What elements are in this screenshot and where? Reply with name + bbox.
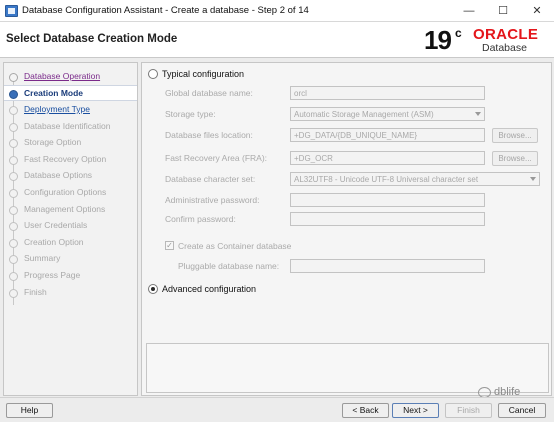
next-button[interactable]: Next > (392, 403, 439, 418)
charset-value: AL32UTF8 - Unicode UTF-8 Universal chara… (294, 175, 479, 184)
admin-password-label: Administrative password: (165, 195, 260, 205)
storage-type-label: Storage type: (165, 109, 216, 119)
step-pending-icon (9, 156, 18, 165)
step-pending-icon (9, 106, 18, 115)
db-files-location-label: Database files location: (165, 130, 253, 140)
charset-label: Database character set: (165, 174, 256, 184)
step-pending-icon (9, 189, 18, 198)
container-db-checkbox[interactable]: ✓ (165, 241, 174, 250)
step-progress-page: Progress Page (4, 268, 137, 284)
step-summary: Summary (4, 251, 137, 267)
pdb-name-input[interactable] (290, 259, 485, 273)
step-pending-icon (9, 139, 18, 148)
step-finish: Finish (4, 285, 137, 301)
creation-mode-panel: Typical configuration Global database na… (141, 62, 552, 396)
fra-input[interactable]: +DG_OCR (290, 151, 485, 165)
help-button[interactable]: Help (6, 403, 53, 418)
step-database-operation[interactable]: Database Operation (4, 69, 137, 85)
db-files-location-input[interactable]: +DG_DATA/{DB_UNIQUE_NAME} (290, 128, 485, 142)
logo-product: Database (482, 42, 527, 54)
step-current-icon (9, 90, 18, 99)
typical-config-label[interactable]: Typical configuration (162, 69, 244, 79)
typical-config-radio[interactable] (148, 69, 158, 79)
minimize-button[interactable]: — (452, 0, 486, 22)
storage-type-value: Automatic Storage Management (ASM) (294, 110, 434, 119)
step-pending-icon (9, 123, 18, 132)
step-pending-icon (9, 255, 18, 264)
cancel-button[interactable]: Cancel (498, 403, 546, 418)
confirm-password-label: Confirm password: (165, 214, 236, 224)
advanced-config-label[interactable]: Advanced configuration (162, 284, 256, 294)
window-title: Database Configuration Assistant - Creat… (22, 5, 309, 16)
footer-divider (0, 397, 554, 398)
fra-label: Fast Recovery Area (FRA): (165, 153, 268, 163)
page-title: Select Database Creation Mode (6, 33, 178, 45)
step-pending-icon (9, 272, 18, 281)
admin-password-input[interactable] (290, 193, 485, 207)
global-db-name-input[interactable]: orcl (290, 86, 485, 100)
step-pending-icon (9, 206, 18, 215)
step-pending-icon (9, 172, 18, 181)
oracle-logo: 19 c ORACLE Database (422, 24, 550, 56)
step-deployment-type[interactable]: Deployment Type (4, 102, 137, 118)
step-creation-option: Creation Option (4, 235, 137, 251)
logo-brand: ORACLE (473, 26, 539, 43)
step-pending-icon (9, 289, 18, 298)
finish-button[interactable]: Finish (445, 403, 492, 418)
description-area (146, 343, 549, 393)
page-header: Select Database Creation Mode 19 c ORACL… (0, 22, 554, 58)
window-title-bar: Database Configuration Assistant - Creat… (0, 0, 554, 22)
step-database-options: Database Options (4, 168, 137, 184)
step-storage-option: Storage Option (4, 135, 137, 151)
step-user-credentials: User Credentials (4, 218, 137, 234)
close-window-button[interactable]: ✕ (520, 0, 554, 22)
step-database-identification: Database Identification (4, 119, 137, 135)
logo-version: 19 (424, 25, 452, 55)
step-done-icon (9, 73, 18, 82)
global-db-name-label: Global database name: (165, 88, 253, 98)
logo-version-suffix: c (455, 26, 462, 40)
back-button[interactable]: < Back (342, 403, 389, 418)
step-pending-icon (9, 239, 18, 248)
step-fast-recovery-option: Fast Recovery Option (4, 152, 137, 168)
storage-type-select[interactable]: Automatic Storage Management (ASM) (290, 107, 485, 121)
step-management-options: Management Options (4, 202, 137, 218)
app-icon (5, 5, 18, 17)
maximize-button[interactable]: ☐ (486, 0, 520, 22)
confirm-password-input[interactable] (290, 212, 485, 226)
charset-select[interactable]: AL32UTF8 - Unicode UTF-8 Universal chara… (290, 172, 540, 186)
chevron-down-icon (530, 177, 536, 181)
step-configuration-options: Configuration Options (4, 185, 137, 201)
step-creation-mode[interactable]: Creation Mode (4, 85, 137, 101)
pdb-name-label: Pluggable database name: (178, 261, 280, 271)
chevron-down-icon (475, 112, 481, 116)
step-pending-icon (9, 222, 18, 231)
steps-sidebar: Database Operation Creation Mode Deploym… (3, 62, 138, 396)
advanced-config-radio[interactable] (148, 284, 158, 294)
container-db-label[interactable]: Create as Container database (178, 241, 291, 251)
db-files-browse-button[interactable]: Browse... (492, 128, 538, 143)
fra-browse-button[interactable]: Browse... (492, 151, 538, 166)
